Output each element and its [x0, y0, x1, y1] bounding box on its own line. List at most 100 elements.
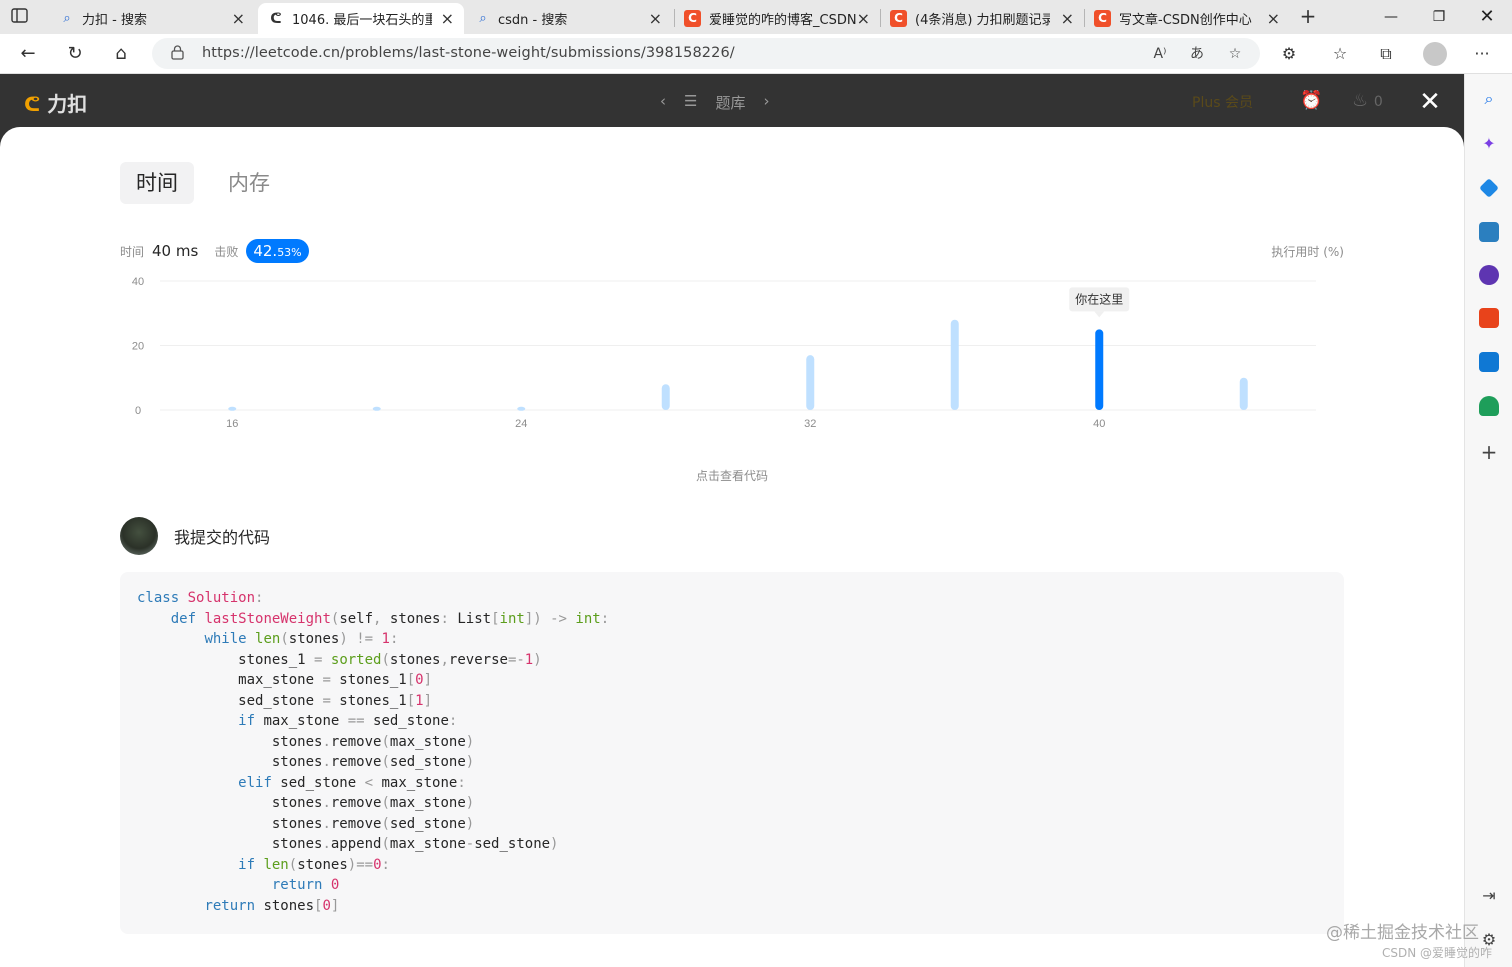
new-tab-icon[interactable]: +	[1295, 4, 1321, 28]
chart-bar[interactable]	[517, 406, 526, 411]
problem-nav: ‹ ☰ 题库 ›	[660, 92, 769, 113]
copilot-icon[interactable]: ✦	[1479, 134, 1499, 154]
collections-icon[interactable]: ⧉	[1374, 42, 1398, 66]
chart-axis-caption: 执行用时 (%)	[1271, 245, 1344, 259]
profile-avatar[interactable]	[1423, 42, 1447, 66]
tools-icon[interactable]	[1479, 222, 1499, 242]
runtime-distribution-chart[interactable]: 0 20 40 16 24 32 40 你在这里	[120, 267, 1344, 437]
csdn-icon: C	[890, 10, 907, 27]
x-tick-label: 16	[226, 418, 238, 430]
tab-title: csdn - 搜索	[498, 13, 568, 28]
shopping-icon[interactable]	[1479, 178, 1499, 198]
tab-title: 写文章-CSDN创作中心	[1119, 13, 1252, 28]
code-line: stones.remove(sed_stone)	[137, 754, 475, 770]
menu-icon[interactable]: ☰	[684, 92, 697, 113]
lock-icon[interactable]	[171, 45, 184, 60]
extensions-icon[interactable]: ⚙	[1277, 42, 1301, 66]
leetcode-logo[interactable]: ᕦ 力扣	[24, 88, 87, 117]
code-line: return 0	[271, 877, 340, 893]
browser-tab-active[interactable]: ᕦ 1046. 最后一块石头的重量 ×	[258, 3, 464, 34]
refresh-icon[interactable]: ↻	[61, 40, 89, 68]
y-tick-label: 40	[132, 276, 144, 288]
problem-list-label[interactable]: 题库	[715, 92, 745, 113]
close-icon[interactable]: ×	[441, 9, 454, 28]
tab-title: (4条消息) 力扣刷题记录-	[915, 13, 1050, 28]
time-label: 时间	[120, 244, 145, 259]
address-bar[interactable]: https://leetcode.cn/problems/last-stone-…	[152, 38, 1260, 69]
add-favorite-icon[interactable]: ☆	[1223, 44, 1247, 64]
close-icon[interactable]: ×	[232, 9, 245, 28]
games-icon[interactable]	[1479, 265, 1499, 285]
restore-icon[interactable]: ❐	[1416, 4, 1462, 30]
code-line: stones.remove(max_stone)	[137, 733, 475, 750]
leetcode-icon: ᕦ	[270, 10, 282, 27]
chart-bar[interactable]	[372, 406, 381, 411]
code-line: stones.remove(sed_stone)	[137, 815, 475, 832]
prev-icon[interactable]: ‹	[660, 92, 666, 113]
office-icon[interactable]	[1479, 308, 1499, 328]
favorites-icon[interactable]: ☆	[1328, 42, 1352, 66]
add-sidebar-app-icon[interactable]: +	[1479, 442, 1499, 462]
chart-bar[interactable]	[228, 406, 237, 411]
drop-icon[interactable]	[1479, 396, 1499, 416]
tab-actions-icon[interactable]	[10, 7, 40, 27]
browser-toolbar: ← ↻ ⌂ https://leetcode.cn/problems/last-…	[0, 34, 1512, 74]
code-line: stones.remove(max_stone)	[137, 795, 475, 811]
code-block[interactable]: class Solution: def lastStoneWeight(self…	[120, 572, 1344, 934]
tab-memory[interactable]: 内存	[212, 162, 286, 204]
runtime-stats: 时间 40 ms 击败 42.53%	[120, 239, 309, 263]
close-icon[interactable]: ×	[857, 9, 870, 28]
url-text[interactable]: https://leetcode.cn/problems/last-stone-…	[202, 45, 735, 61]
window-close-icon[interactable]: ✕	[1464, 4, 1510, 30]
close-icon[interactable]: ×	[1061, 9, 1074, 28]
y-tick-label: 0	[135, 405, 141, 417]
code-line: elif sed_stone < max_stone:	[238, 774, 466, 791]
csdn-icon: C	[1094, 10, 1111, 27]
close-modal-icon[interactable]: ✕	[1414, 86, 1446, 118]
close-icon[interactable]: ×	[649, 9, 662, 28]
minimize-icon[interactable]: —	[1368, 4, 1414, 30]
watermark: @稀土掘金技术社区	[1326, 923, 1479, 943]
alarm-icon[interactable]: ⏰	[1300, 90, 1322, 111]
streak-icon[interactable]: ♨ 0	[1352, 90, 1383, 111]
back-icon[interactable]: ←	[14, 40, 42, 68]
y-tick-label: 20	[132, 341, 144, 353]
highlighted-bar[interactable]	[1095, 329, 1104, 410]
chart-bar[interactable]	[806, 355, 815, 410]
browser-tab[interactable]: C (4条消息) 力扣刷题记录- ×	[880, 3, 1084, 34]
time-value: 40 ms	[152, 242, 199, 260]
view-code-hint[interactable]: 点击查看代码	[0, 467, 1464, 484]
beat-label: 击败	[214, 244, 239, 259]
outlook-icon[interactable]	[1479, 352, 1499, 372]
tab-title: 爱睡觉的咋的博客_CSDN	[709, 13, 857, 28]
browser-tab[interactable]: ⌕ 力扣 - 搜索 ×	[50, 3, 255, 34]
browser-tab[interactable]: ⌕ csdn - 搜索 ×	[466, 3, 672, 34]
hide-sidebar-icon[interactable]: ⇥	[1479, 886, 1499, 906]
my-code-title: 我提交的代码	[174, 528, 271, 547]
close-icon[interactable]: ×	[1267, 9, 1280, 28]
plus-member-link[interactable]: Plus 会员	[1192, 92, 1253, 112]
metric-tabs: 时间 内存	[120, 162, 286, 204]
beat-badge: 42.53%	[246, 239, 309, 263]
translate-icon[interactable]: あ	[1185, 44, 1209, 64]
tab-title: 力扣 - 搜索	[82, 13, 147, 28]
browser-tab[interactable]: C 爱睡觉的咋的博客_CSDN ×	[674, 3, 880, 34]
next-icon[interactable]: ›	[763, 92, 769, 113]
submitter: 我提交的代码	[120, 517, 270, 555]
chart-bar[interactable]	[661, 384, 670, 410]
chart-bar[interactable]	[950, 319, 959, 410]
tab-title: 1046. 最后一块石头的重量	[292, 13, 432, 28]
tab-time[interactable]: 时间	[120, 162, 194, 204]
more-icon[interactable]: ···	[1470, 42, 1494, 66]
watermark-csdn: CSDN @爱睡觉的咋	[1382, 946, 1493, 960]
avatar[interactable]	[120, 517, 158, 555]
edge-sidebar: ⌕ ✦ + ⇥ ⚙	[1464, 74, 1512, 967]
browser-tab[interactable]: C 写文章-CSDN创作中心 ×	[1084, 3, 1290, 34]
home-icon[interactable]: ⌂	[107, 40, 135, 68]
x-tick-label: 24	[515, 418, 527, 430]
read-aloud-icon[interactable]: A⁾	[1148, 44, 1172, 64]
csdn-icon: C	[684, 10, 701, 27]
chart-bar[interactable]	[1239, 377, 1248, 410]
search-icon[interactable]: ⌕	[1479, 89, 1499, 109]
tooltip-arrow	[1094, 311, 1105, 318]
